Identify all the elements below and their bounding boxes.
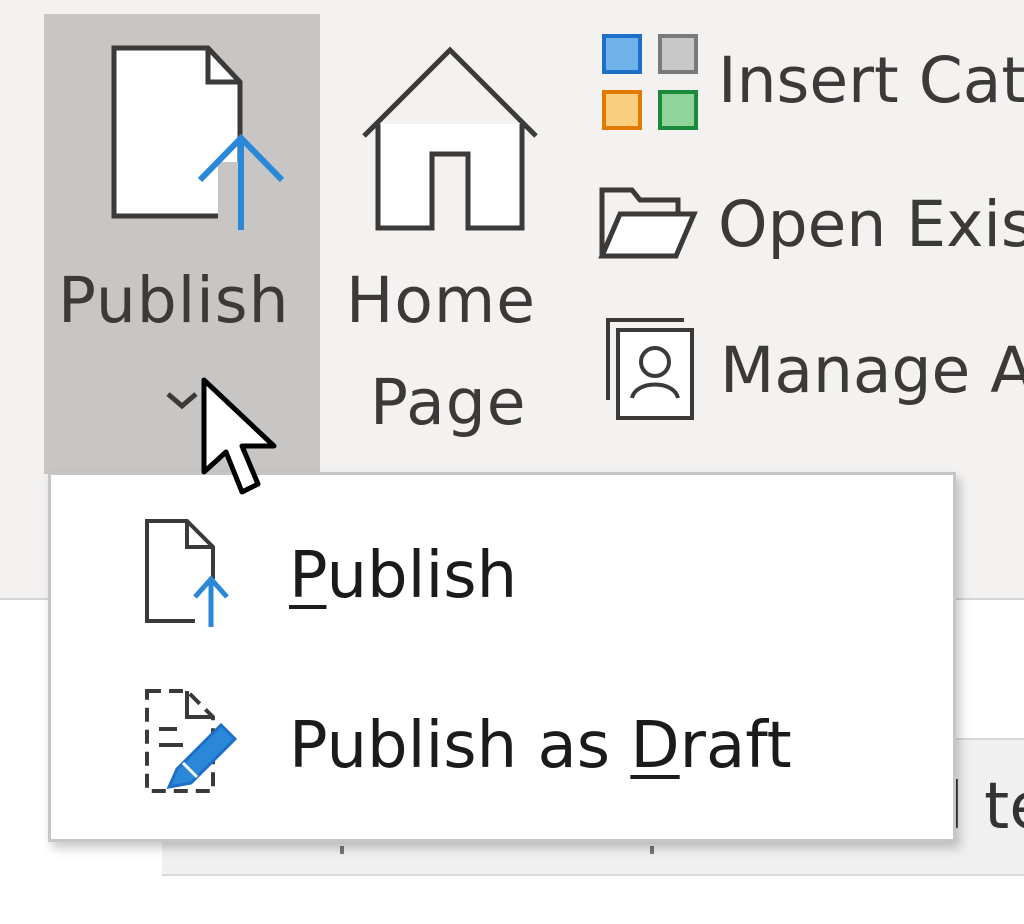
home-button-line2: Page (370, 366, 527, 439)
publish-document-icon (111, 45, 285, 230)
open-existing-label: Open Exis (718, 188, 1024, 261)
manage-account-icon (606, 318, 694, 420)
home-button-line1: Home (346, 264, 537, 337)
ruler-tick (340, 846, 344, 854)
menu-item-publish-as-draft[interactable]: Publish as Draft (51, 661, 953, 831)
category-grid-icon (602, 34, 698, 130)
publish-button-label: Publish (58, 264, 290, 337)
manage-accounts-label: Manage A (720, 334, 1024, 407)
menu-item-publish-label: Publish (289, 539, 518, 613)
chevron-down-icon[interactable] (164, 390, 200, 412)
menu-item-draft-label: Publish as Draft (289, 709, 792, 783)
publish-dropdown-menu: Publish Publish as Draft (48, 472, 956, 842)
manage-accounts-button[interactable]: Manage A (596, 312, 1024, 422)
publish-icon (145, 519, 235, 627)
insert-category-button[interactable]: Insert Cat (596, 28, 1024, 138)
ruler-text: l te (946, 770, 1024, 844)
home-page-button[interactable]: Home Page (330, 14, 570, 454)
menu-item-publish[interactable]: Publish (51, 489, 953, 659)
folder-open-icon (598, 187, 698, 259)
draft-icon (145, 689, 238, 793)
insert-category-label: Insert Cat (718, 44, 1024, 117)
open-existing-button[interactable]: Open Exis (596, 172, 1024, 282)
ruler-tick (650, 846, 654, 854)
mouse-cursor-icon (201, 377, 277, 495)
home-icon (362, 46, 538, 231)
